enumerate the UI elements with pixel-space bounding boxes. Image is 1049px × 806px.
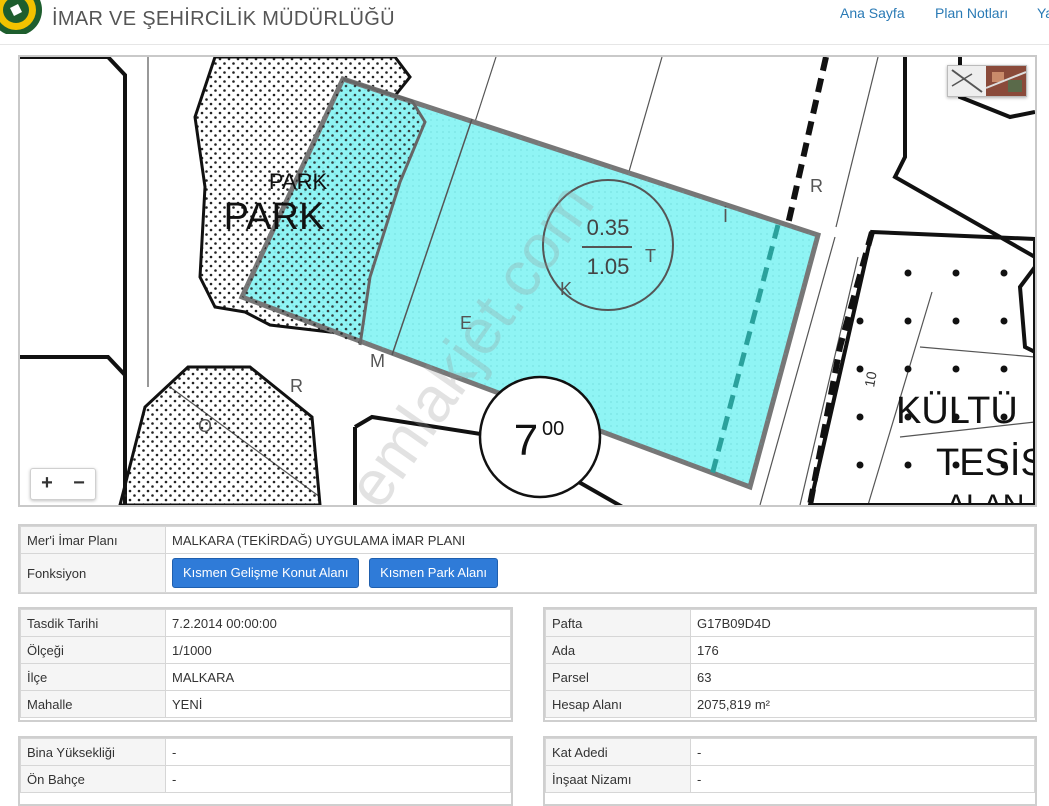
front-yard-value: - xyxy=(165,765,511,793)
svg-text:K: K xyxy=(560,279,572,299)
road-width-label: 7 xyxy=(514,416,538,465)
road-width-circle xyxy=(478,375,602,499)
svg-text:İ: İ xyxy=(723,206,728,226)
construction-order-label: İnşaat Nizamı xyxy=(545,765,691,793)
svg-text:T: T xyxy=(645,246,656,266)
area-value: 2075,819 m² xyxy=(690,690,1035,718)
nav-more-link[interactable]: Ya xyxy=(1037,5,1049,21)
table-row: Kat Adedi - xyxy=(545,738,1035,766)
front-yard-label: Ön Bahçe xyxy=(20,765,166,793)
zoom-in-button[interactable]: + xyxy=(31,472,63,494)
scale-value: 1/1000 xyxy=(165,636,511,664)
park-label-small: PARK xyxy=(269,169,328,194)
building-height-label: Bina Yüksekliği xyxy=(20,738,166,766)
parcel-label: Parsel xyxy=(545,663,691,691)
district-value: MALKARA xyxy=(165,663,511,691)
svg-text:R: R xyxy=(810,176,823,196)
district-label: İlçe xyxy=(20,663,166,691)
floor-count-value: - xyxy=(690,738,1035,766)
table-row: Parsel 63 xyxy=(545,663,1035,691)
function-buttons-cell: Kısmen Gelişme Konut Alanı Kısmen Park A… xyxy=(165,553,1035,593)
scale-label: Ölçeği xyxy=(20,636,166,664)
small-number-label: 10 xyxy=(861,370,879,388)
construction-order-value: - xyxy=(690,765,1035,793)
svg-text:O: O xyxy=(198,416,212,436)
building-info-table: Bina Yüksekliği - Ön Bahçe - xyxy=(20,738,511,793)
header-bar: İMAR VE ŞEHİRCİLİK MÜDÜRLÜĞÜ Ana Sayfa P… xyxy=(0,0,1049,45)
table-row: Ön Bahçe - xyxy=(20,765,511,793)
plan-label: Mer'i İmar Planı xyxy=(20,526,166,554)
facility-label-line2: TESİS xyxy=(936,441,1035,484)
table-row: Ölçeği 1/1000 xyxy=(20,636,511,664)
park-label-large: PARK xyxy=(224,196,325,238)
table-row: Mahalle YENİ xyxy=(20,690,511,718)
basemap-thumbnail-icon xyxy=(948,66,1026,96)
building-height-value: - xyxy=(165,738,511,766)
block-value: 176 xyxy=(690,636,1035,664)
map-viewer[interactable]: 0.35 1.05 7 00 PARK PARK O R M E K T İ R… xyxy=(18,55,1037,507)
neighborhood-value: YENİ xyxy=(165,690,511,718)
table-row: Bina Yüksekliği - xyxy=(20,738,511,766)
facility-label-line3: ALAN xyxy=(946,489,1024,505)
function-label: Fonksiyon xyxy=(20,553,166,593)
floor-count-label: Kat Adedi xyxy=(545,738,691,766)
table-row: Ada 176 xyxy=(545,636,1035,664)
approval-date-label: Tasdik Tarihi xyxy=(20,609,166,637)
table-row: Hesap Alanı 2075,819 m² xyxy=(545,690,1035,718)
table-row: İlçe MALKARA xyxy=(20,663,511,691)
nav-plan-notes-link[interactable]: Plan Notları xyxy=(935,5,1008,21)
basemap-toggle-button[interactable] xyxy=(947,65,1027,97)
svg-text:R: R xyxy=(290,376,303,396)
sheet-label: Pafta xyxy=(545,609,691,637)
map-canvas: 0.35 1.05 7 00 PARK PARK O R M E K T İ R… xyxy=(20,57,1035,505)
table-row: Pafta G17B09D4D xyxy=(545,609,1035,637)
svg-text:M: M xyxy=(370,351,385,371)
neighborhood-label: Mahalle xyxy=(20,690,166,718)
table-row: Tasdik Tarihi 7.2.2014 00:00:00 xyxy=(20,609,511,637)
parcel-value: 63 xyxy=(690,663,1035,691)
site-title: İMAR VE ŞEHİRCİLİK MÜDÜRLÜĞÜ xyxy=(52,8,395,30)
sheet-value: G17B09D4D xyxy=(690,609,1035,637)
function-button-residential[interactable]: Kısmen Gelişme Konut Alanı xyxy=(172,558,360,588)
approval-date-value: 7.2.2014 00:00:00 xyxy=(165,609,511,637)
table-row: Mer'i İmar Planı MALKARA (TEKİRDAĞ) UYGU… xyxy=(20,526,1035,554)
zoom-out-button[interactable]: − xyxy=(63,472,95,494)
density-ratio-bottom: 1.05 xyxy=(587,254,630,279)
area-label: Hesap Alanı xyxy=(545,690,691,718)
table-row: İnşaat Nizamı - xyxy=(545,765,1035,793)
table-row: Fonksiyon Kısmen Gelişme Konut Alanı Kıs… xyxy=(20,553,1035,593)
nav-home-link[interactable]: Ana Sayfa xyxy=(840,5,905,21)
parcel-info-table: Pafta G17B09D4D Ada 176 Parsel 63 Hesap Ala… xyxy=(545,609,1035,718)
construction-info-table: Kat Adedi - İnşaat Nizamı - xyxy=(545,738,1035,793)
municipality-logo xyxy=(0,0,42,34)
facility-label-line1: KÜLTÜ xyxy=(896,390,1018,432)
plan-info-table: Mer'i İmar Planı MALKARA (TEKİRDAĞ) UYGU… xyxy=(20,526,1035,593)
plan-value: MALKARA (TEKİRDAĞ) UYGULAMA İMAR PLANI xyxy=(165,526,1035,554)
approval-info-table: Tasdik Tarihi 7.2.2014 00:00:00 Ölçeği 1/1… xyxy=(20,609,511,718)
road-width-sup: 00 xyxy=(542,418,564,440)
zoom-control: + − xyxy=(30,468,96,500)
function-button-park[interactable]: Kısmen Park Alanı xyxy=(369,558,499,588)
block-label: Ada xyxy=(545,636,691,664)
